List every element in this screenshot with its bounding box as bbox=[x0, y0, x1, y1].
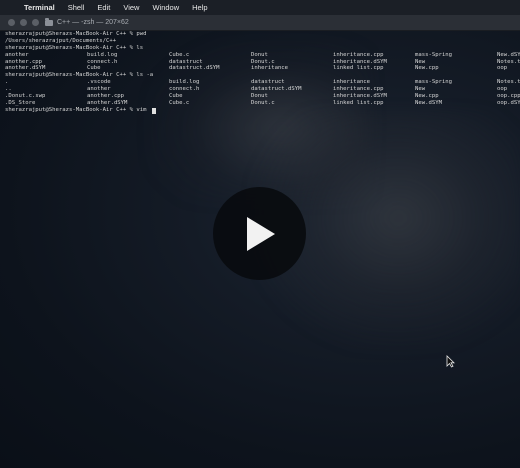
menu-edit[interactable]: Edit bbox=[97, 3, 110, 12]
file-entry: mass-Spring bbox=[415, 79, 453, 86]
file-entry: Donut bbox=[251, 51, 268, 58]
file-entry: Cube.c bbox=[169, 51, 190, 58]
file-entry: oop bbox=[497, 65, 508, 72]
file-entry: Notes.txt bbox=[497, 58, 520, 65]
terminal-line: another.dSYM Cube datastruct.dSYM inheritan… bbox=[0, 65, 520, 72]
terminal-line-text: sherazrajput@Sherazs-MacBook-Air C++ % l… bbox=[5, 44, 144, 51]
file-entry: oop.dSYM bbox=[497, 99, 520, 106]
file-entry: . bbox=[5, 79, 9, 86]
terminal-line: sherazrajput@Sherazs-MacBook-Air C++ % l… bbox=[0, 72, 520, 79]
file-entry: another.dSYM bbox=[87, 99, 128, 106]
minimize-window-button[interactable] bbox=[20, 19, 27, 26]
terminal-line: /Users/sherazrajput/Documents/C++ bbox=[0, 38, 520, 45]
window-title: C++ — -zsh — 207×62 bbox=[45, 17, 129, 26]
file-entry: Cube bbox=[87, 65, 101, 72]
file-entry: Donut bbox=[251, 93, 268, 100]
file-entry: connect.h bbox=[87, 58, 118, 65]
file-entry: Donut.c bbox=[251, 58, 275, 65]
close-window-button[interactable] bbox=[8, 19, 15, 26]
file-entry: build.log bbox=[87, 51, 118, 58]
terminal-line: .DS_Store another.dSYM Cube.c Donut.c linked… bbox=[0, 100, 520, 107]
terminal-line-text: sherazrajput@Sherazs-MacBook-Air C++ % v… bbox=[5, 107, 156, 114]
file-entry: linked list.cpp bbox=[333, 65, 384, 72]
file-entry: datastruct.dSYM bbox=[251, 86, 302, 93]
zoom-window-button[interactable] bbox=[32, 19, 39, 26]
file-entry: mass-Spring bbox=[415, 51, 453, 58]
terminal-line-text: /Users/sherazrajput/Documents/C++ bbox=[5, 37, 117, 44]
file-entry: .vscode bbox=[87, 79, 111, 86]
play-button[interactable] bbox=[213, 187, 306, 280]
file-entry: another.cpp bbox=[5, 58, 43, 65]
menu-terminal[interactable]: Terminal bbox=[24, 3, 55, 12]
file-entry: New.cpp bbox=[415, 65, 439, 72]
file-entry: New.cpp bbox=[415, 93, 439, 100]
terminal-line: . .vscode build.log datastruct inheritance ma… bbox=[0, 79, 520, 86]
menu-window[interactable]: Window bbox=[152, 3, 179, 12]
terminal-line-text: sherazrajput@Sherazs-MacBook-Air C++ % p… bbox=[5, 31, 147, 37]
file-entry: New bbox=[415, 58, 426, 65]
terminal-title-bar[interactable]: C++ — -zsh — 207×62 bbox=[0, 15, 520, 31]
file-entry: inheritance.cpp bbox=[333, 51, 384, 58]
terminal-line: sherazrajput@Sherazs-MacBook-Air C++ % p… bbox=[0, 31, 520, 38]
file-entry: oop.cpp bbox=[497, 93, 520, 100]
terminal-cursor bbox=[151, 107, 156, 114]
file-entry: Cube.c bbox=[169, 99, 190, 106]
menu-help[interactable]: Help bbox=[192, 3, 207, 12]
terminal-line: .Donut.c.swp another.cpp Cube Donut inherita… bbox=[0, 93, 520, 100]
mouse-pointer-icon bbox=[446, 355, 455, 368]
file-entry: .. bbox=[5, 86, 12, 93]
file-entry: another bbox=[87, 86, 111, 93]
file-entry: datastruct bbox=[169, 58, 203, 65]
terminal-line-text: sherazrajput@Sherazs-MacBook-Air C++ % l… bbox=[5, 72, 154, 79]
file-entry: .Donut.c.swp bbox=[5, 93, 46, 100]
file-entry: linked list.cpp bbox=[333, 99, 384, 106]
file-entry: build.log bbox=[169, 79, 200, 86]
terminal-line: .. another connect.h datastruct.dSYM inherit… bbox=[0, 86, 520, 93]
file-entry: inheritance bbox=[333, 79, 371, 86]
file-entry: another.dSYM bbox=[5, 65, 46, 72]
file-entry: New.dSYM bbox=[497, 51, 520, 58]
file-entry: .DS_Store bbox=[5, 99, 36, 106]
terminal-line: sherazrajput@Sherazs-MacBook-Air C++ % v… bbox=[0, 107, 520, 114]
folder-icon bbox=[45, 17, 53, 26]
terminal-line: another.cpp connect.h datastruct Donut.c inh… bbox=[0, 59, 520, 66]
file-entry: oop bbox=[497, 86, 508, 93]
window-title-text: C++ — -zsh — 207×62 bbox=[57, 19, 129, 26]
file-entry: inheritance.dSYM bbox=[333, 58, 387, 65]
terminal-line: sherazrajput@Sherazs-MacBook-Air C++ % l… bbox=[0, 45, 520, 52]
menu-shell[interactable]: Shell bbox=[68, 3, 85, 12]
file-entry: inheritance.dSYM bbox=[333, 93, 387, 100]
file-entry: datastruct.dSYM bbox=[169, 65, 220, 72]
file-entry: New bbox=[415, 86, 426, 93]
menu-bar: Terminal Shell Edit View Window Help bbox=[0, 0, 520, 15]
play-icon bbox=[246, 216, 275, 251]
file-entry: inheritance bbox=[251, 65, 289, 72]
file-entry: inheritance.cpp bbox=[333, 86, 384, 93]
file-entry: another.cpp bbox=[87, 93, 125, 100]
menu-view[interactable]: View bbox=[123, 3, 139, 12]
file-entry: Donut.c bbox=[251, 99, 275, 106]
terminal-line: another build.log Cube.c Donut inheritance.c… bbox=[0, 52, 520, 59]
file-entry: Notes.txt bbox=[497, 79, 520, 86]
file-entry: another bbox=[5, 51, 29, 58]
file-entry: datastruct bbox=[251, 79, 285, 86]
file-entry: New.dSYM bbox=[415, 99, 442, 106]
file-entry: connect.h bbox=[169, 86, 200, 93]
file-entry: Cube bbox=[169, 93, 183, 100]
